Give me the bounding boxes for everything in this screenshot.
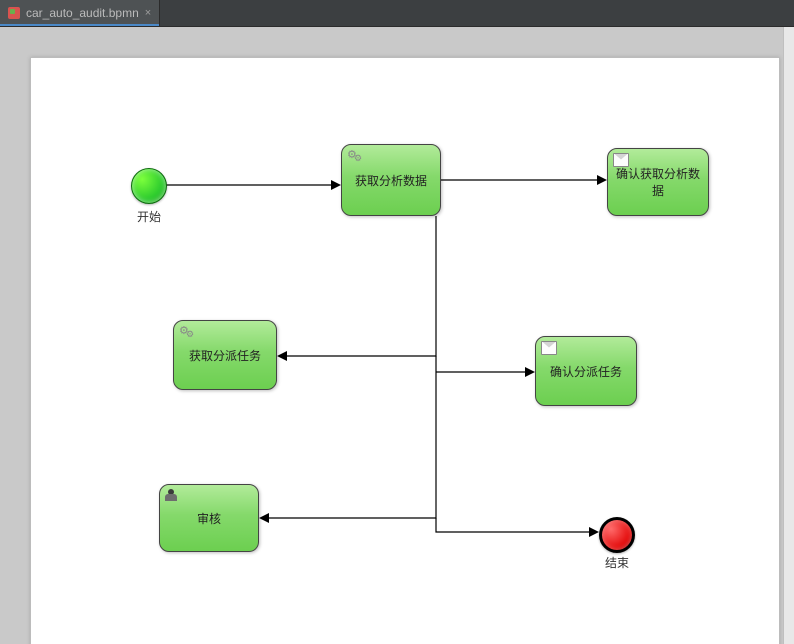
task-audit[interactable]: 审核 bbox=[159, 484, 259, 552]
start-event[interactable] bbox=[131, 168, 167, 204]
task-label: 确认获取分析数据 bbox=[612, 165, 704, 199]
vertical-scrollbar[interactable] bbox=[783, 27, 794, 644]
tab-filename: car_auto_audit.bpmn bbox=[26, 6, 139, 20]
task-get-analysis-data[interactable]: 获取分析数据 bbox=[341, 144, 441, 216]
task-confirm-dispatch[interactable]: 确认分派任务 bbox=[535, 336, 637, 406]
tab-bar: car_auto_audit.bpmn × bbox=[0, 0, 794, 27]
gears-icon bbox=[179, 325, 193, 337]
user-icon bbox=[165, 489, 179, 501]
end-event-label: 结束 bbox=[587, 554, 647, 571]
tab-close-button[interactable]: × bbox=[145, 8, 151, 19]
arrow-trunk-end bbox=[589, 527, 599, 537]
task-confirm-analysis-data[interactable]: 确认获取分析数据 bbox=[607, 148, 709, 216]
end-event[interactable] bbox=[599, 517, 635, 553]
task-label: 确认分派任务 bbox=[550, 363, 622, 380]
task-get-dispatch[interactable]: 获取分派任务 bbox=[173, 320, 277, 390]
tab-active-indicator bbox=[0, 24, 159, 26]
task-label: 审核 bbox=[197, 510, 221, 527]
arrow-start-t1 bbox=[331, 180, 341, 190]
arrow-trunk-t5 bbox=[259, 513, 269, 523]
envelope-icon bbox=[613, 153, 629, 167]
arrow-t1-t2 bbox=[597, 175, 607, 185]
task-label: 获取分析数据 bbox=[355, 172, 427, 189]
editor-area: 开始 结束 获取分析数据 确认获取分析数据 获取分派任务 确认分派任务 审核 bbox=[0, 27, 794, 644]
envelope-icon bbox=[541, 341, 557, 355]
gears-icon bbox=[347, 149, 361, 161]
bpmn-file-icon bbox=[8, 7, 20, 19]
diagram-canvas[interactable]: 开始 结束 获取分析数据 确认获取分析数据 获取分派任务 确认分派任务 审核 bbox=[30, 57, 780, 644]
task-label: 获取分派任务 bbox=[189, 347, 261, 364]
arrow-trunk-t4 bbox=[525, 367, 535, 377]
tab-file[interactable]: car_auto_audit.bpmn × bbox=[0, 0, 160, 26]
arrow-trunk-t3 bbox=[277, 351, 287, 361]
start-event-label: 开始 bbox=[119, 208, 179, 225]
